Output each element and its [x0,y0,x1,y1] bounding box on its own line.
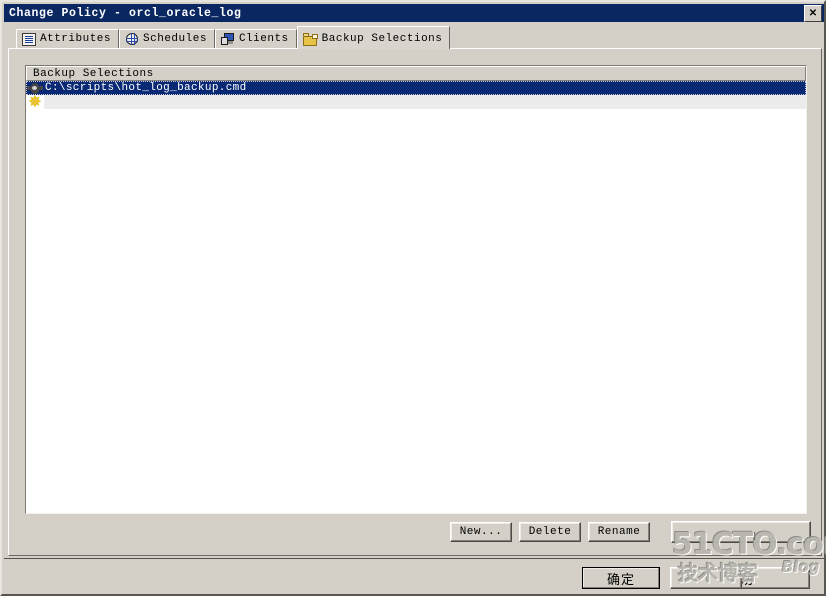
ok-button[interactable]: 确定 [582,567,660,589]
tab-strip: Attributes Schedules Clients Backup Sele… [16,26,451,49]
table-row[interactable]: C:\scripts\hot_log_backup.cmd [26,81,806,95]
rename-button[interactable]: Rename [588,522,650,542]
tab-schedules[interactable]: Schedules [119,29,215,48]
delete-button-label: Delete [528,526,572,538]
attributes-list-icon [22,32,36,46]
close-icon: ✕ [808,7,818,19]
new-item-star-icon: ✵ [28,92,42,111]
tab-backup-selections-label: Backup Selections [321,33,443,45]
backup-selections-panel: Backup Selections C:\scripts\hot_log_bac… [8,48,822,556]
tab-backup-selections[interactable]: Backup Selections [296,26,451,49]
list-column-header-label: Backup Selections [33,67,154,80]
backup-selection-path: C:\scripts\hot_log_backup.cmd [45,82,247,94]
action-button-bar: New... Delete Rename [25,521,811,546]
cancel-button[interactable] [670,567,742,589]
install-button[interactable] [671,521,811,543]
tab-attributes[interactable]: Attributes [16,29,120,48]
close-button[interactable]: ✕ [804,5,822,22]
new-button-label: New... [459,526,503,538]
new-entry-row[interactable] [44,95,806,109]
ok-button-label: 确定 [606,572,635,588]
bottom-divider [4,558,824,559]
dialog-window: Change Policy - orcl_oracle_log ✕ Attrib… [0,0,826,596]
title-bar: Change Policy - orcl_oracle_log ✕ [4,4,824,22]
folder-icon [302,32,318,46]
list-item[interactable]: ✵ [26,92,806,111]
tab-attributes-label: Attributes [40,33,112,45]
backup-selections-list[interactable]: Backup Selections C:\scripts\hot_log_bac… [25,65,807,514]
tab-clients[interactable]: Clients [214,29,297,48]
window-title: Change Policy - orcl_oracle_log [9,6,242,20]
computer-icon [220,32,235,46]
list-column-header[interactable]: Backup Selections [26,66,806,81]
delete-button[interactable]: Delete [519,522,581,542]
tab-clients-label: Clients [238,33,289,45]
rename-button-label: Rename [597,526,641,538]
tab-schedules-label: Schedules [143,33,207,45]
globe-clock-icon [125,32,139,46]
dialog-button-bar: 帮助 确定 [2,562,824,596]
new-button[interactable]: New... [450,522,512,542]
